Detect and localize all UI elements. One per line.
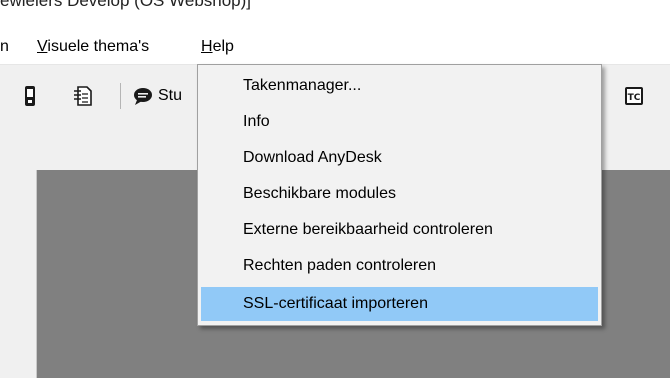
menu-item-help[interactable]: Help: [197, 30, 238, 64]
tc-icon: TC: [625, 87, 643, 105]
help-dropdown-menu: Takenmanager... Info Download AnyDesk Be…: [197, 64, 602, 326]
menu-item-partial[interactable]: n: [0, 30, 9, 64]
title-bar: ewielers Develop (OS Webshop)]: [0, 0, 670, 30]
menu-item-download-anydesk[interactable]: Download AnyDesk: [201, 141, 598, 175]
document-icon: [74, 86, 92, 106]
svg-text:TC: TC: [628, 93, 641, 103]
menu-bar: n Visuele thema's Help: [0, 30, 670, 65]
left-panel: [0, 170, 37, 378]
toolbar-button-device[interactable]: [22, 83, 38, 109]
toolbar-button-tc[interactable]: TC: [624, 83, 644, 109]
speech-bubble-icon: [134, 88, 152, 105]
menu-item-task-manager[interactable]: Takenmanager...: [201, 69, 598, 103]
window-title: ewielers Develop (OS Webshop)]: [0, 0, 252, 10]
menu-item-visual-themes[interactable]: Visuele thema's: [37, 30, 149, 64]
menu-help-label: Help: [201, 38, 234, 55]
menu-item-available-modules[interactable]: Beschikbare modules: [201, 177, 598, 211]
menu-visual-themes-label: Visuele thema's: [37, 38, 149, 55]
toolbar-comment-label: Stu: [158, 87, 183, 104]
mnemonic-h: H: [201, 38, 213, 55]
menu-item-check-external-reachability[interactable]: Externe bereikbaarheid controleren: [201, 213, 598, 247]
toolbar-button-document[interactable]: [72, 83, 94, 109]
menu-item-check-path-permissions[interactable]: Rechten paden controleren: [201, 249, 598, 283]
toolbar-button-comment[interactable]: Stu: [132, 83, 182, 109]
mnemonic-v: V: [37, 38, 48, 55]
mnemonic-rest: isuele thema's: [47, 38, 150, 55]
toolbar-separator: [120, 83, 121, 109]
menu-item-import-ssl-certificate[interactable]: SSL-certificaat importeren: [201, 287, 598, 321]
menu-item-info[interactable]: Info: [201, 105, 598, 139]
device-icon: [25, 86, 35, 106]
mnemonic-rest-help: elp: [212, 38, 234, 55]
